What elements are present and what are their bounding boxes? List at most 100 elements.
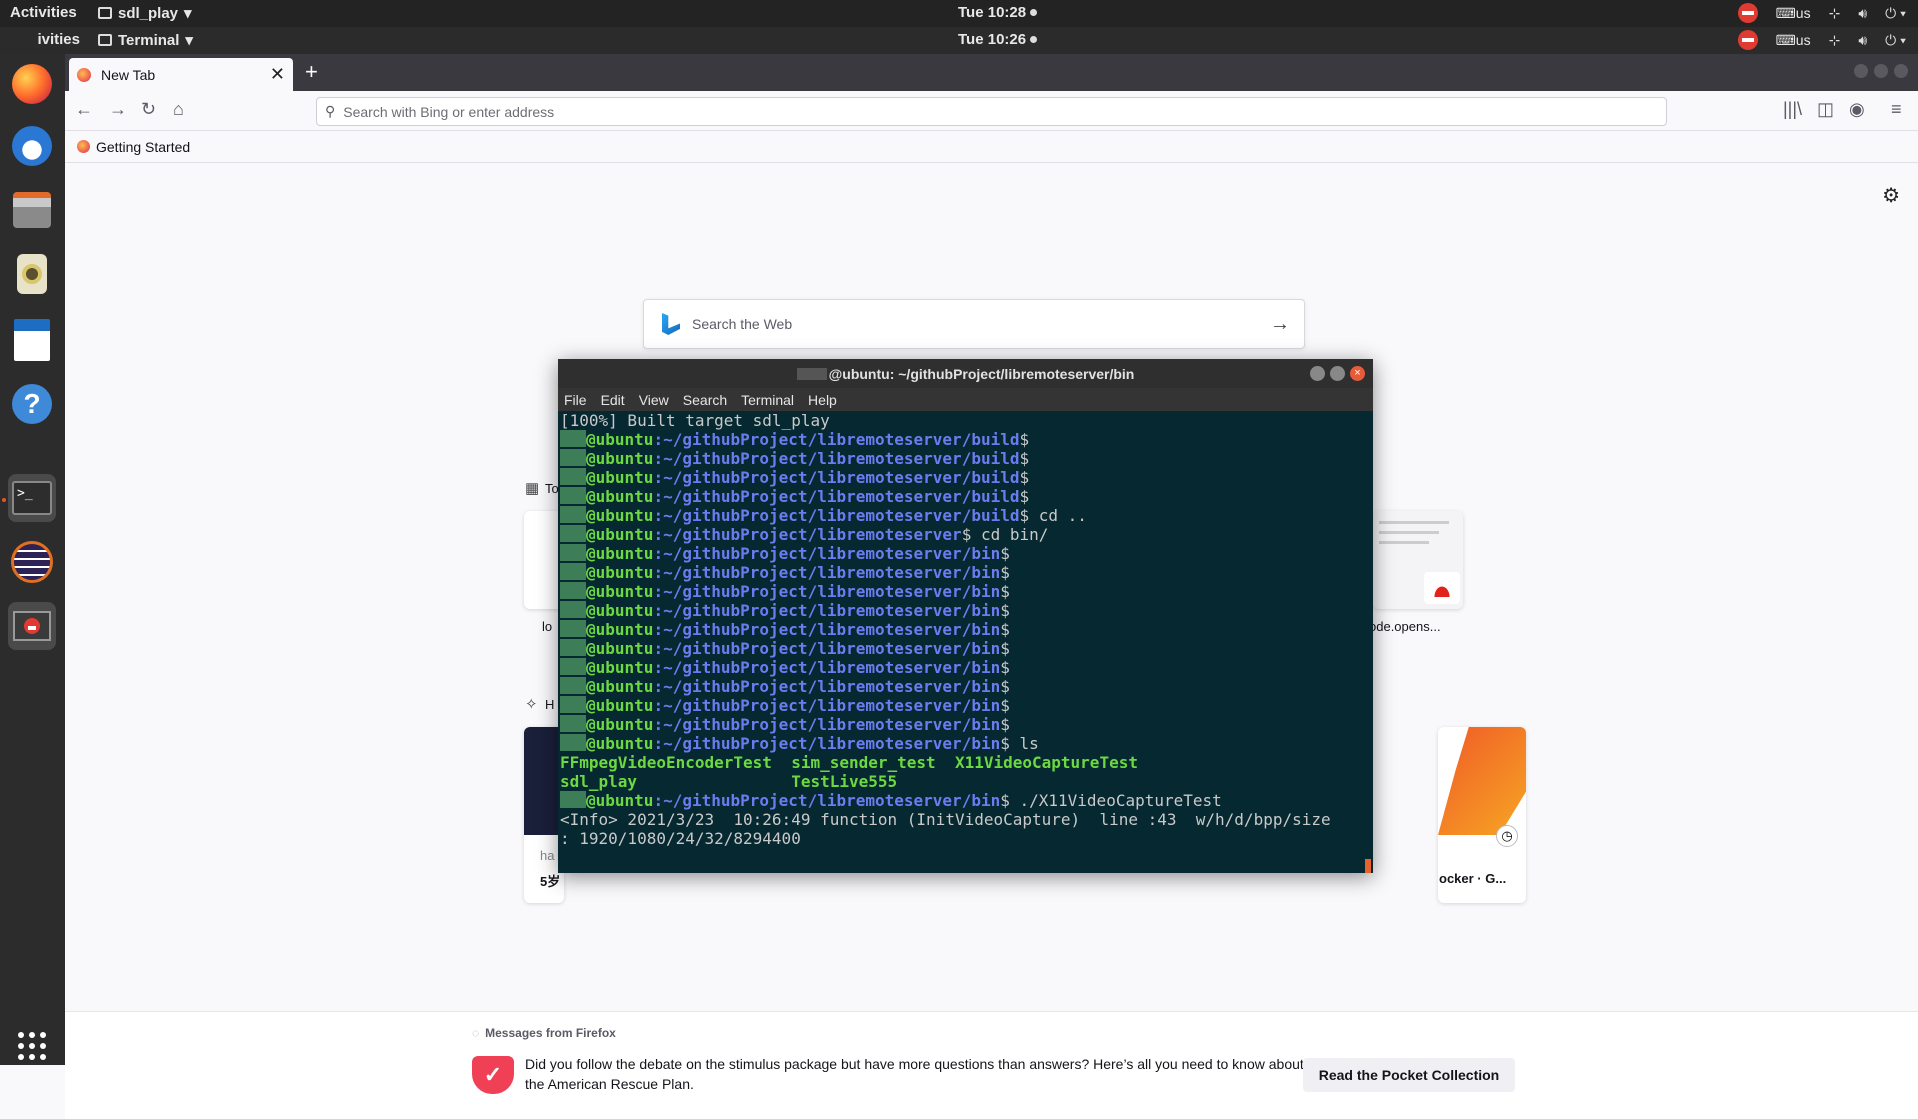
show-apps-icon[interactable]: [8, 1022, 56, 1070]
firefox-icon[interactable]: [8, 60, 56, 108]
new-tab-button[interactable]: +: [305, 59, 318, 85]
activities-button[interactable]: Activities: [10, 4, 77, 21]
redacted-username: [560, 677, 586, 694]
files-icon[interactable]: [8, 186, 56, 234]
close-icon[interactable]: ✕: [270, 64, 285, 85]
prompt-symbol: $: [1000, 620, 1010, 639]
forward-arrow-icon[interactable]: →: [109, 99, 127, 120]
prompt-path: :~/githubProject/libremoteserver: [653, 525, 962, 544]
power-icon[interactable]: ⏻ ▾: [1885, 32, 1906, 49]
prompt-symbol: $: [1000, 563, 1010, 582]
scrollbar-marker[interactable]: [1365, 859, 1371, 873]
web-search-box[interactable]: Search the Web →: [643, 299, 1305, 349]
app-menu[interactable]: sdl_play ▾: [98, 4, 192, 22]
terminal-line: @ubuntu:~/githubProject/libremoteserver/…: [560, 430, 1373, 449]
sidebar-icon[interactable]: ◫: [1817, 99, 1834, 120]
prompt-host: @ubuntu: [586, 449, 654, 468]
top-panel: Activities sdl_play ▾ Tue 10:28 ⌨us ⊹ 🔊︎…: [0, 0, 1918, 27]
prompt-host: @ubuntu: [586, 658, 654, 677]
minimize-button[interactable]: [1310, 366, 1325, 381]
terminal-line: @ubuntu:~/githubProject/libremoteserver/…: [560, 734, 1373, 753]
no-entry-icon[interactable]: [1737, 30, 1758, 50]
prompt-host: @ubuntu: [586, 525, 654, 544]
clock-secondary[interactable]: Tue 10:26: [958, 31, 1038, 48]
username-blur: [796, 367, 827, 380]
close-button[interactable]: ×: [1350, 366, 1365, 381]
prompt-symbol: $: [961, 525, 972, 544]
redacted-username: [560, 430, 586, 447]
huawei-logo-icon: [1424, 572, 1460, 604]
volume-icon[interactable]: 🔊︎: [1858, 32, 1867, 49]
volume-icon[interactable]: 🔊︎: [1858, 5, 1867, 22]
menu-terminal[interactable]: Terminal: [741, 392, 794, 408]
menu-file[interactable]: File: [564, 392, 587, 408]
account-icon[interactable]: ◉: [1849, 99, 1865, 120]
ls-output-row: FFmpegVideoEncoderTest sim_sender_test X…: [560, 753, 1138, 772]
network-icon[interactable]: ⊹: [1829, 5, 1841, 22]
top-site-right-label: ode.opens...: [1369, 619, 1441, 634]
terminal-line: @ubuntu:~/githubProject/libremoteserver/…: [560, 696, 1373, 715]
prompt-host: @ubuntu: [586, 582, 654, 601]
address-placeholder: Search with Bing or enter address: [343, 103, 555, 120]
library-icon[interactable]: |||\: [1783, 99, 1802, 120]
prompt-path: :~/githubProject/libremoteserver/bin: [653, 563, 1001, 582]
prompt-host: @ubuntu: [586, 639, 654, 658]
prompt-symbol: $: [1019, 506, 1030, 525]
clock-label-secondary: Tue 10:26: [958, 31, 1027, 48]
prompt-symbol: $: [1019, 468, 1030, 487]
prompt-path: :~/githubProject/libremoteserver/bin: [653, 715, 1001, 734]
keyboard-indicator[interactable]: ⌨us: [1776, 5, 1811, 22]
terminal-line: @ubuntu:~/githubProject/libremoteserver/…: [560, 563, 1373, 582]
power-icon[interactable]: ⏻ ▾: [1885, 5, 1906, 22]
redacted-username: [560, 582, 586, 599]
menu-help[interactable]: Help: [808, 392, 837, 408]
back-arrow-icon[interactable]: ←: [75, 99, 93, 120]
keyboard-layout-label: us: [1795, 4, 1811, 21]
bookmarks-toolbar: Getting Started: [65, 131, 1918, 163]
keyboard-indicator-secondary[interactable]: ⌨us: [1776, 32, 1811, 49]
navigation-bar: ← → ↻ ⌂ ⚲ Search with Bing or enter addr…: [65, 91, 1918, 131]
home-icon[interactable]: ⌂: [173, 99, 184, 120]
writer-icon[interactable]: [8, 316, 56, 364]
tab-new-tab[interactable]: New Tab ✕: [69, 58, 293, 91]
eclipse-icon[interactable]: [8, 538, 56, 586]
bookmark-getting-started[interactable]: Getting Started: [96, 139, 190, 155]
no-entry-icon[interactable]: [1737, 3, 1758, 23]
top-site-tile-right[interactable]: [1373, 511, 1463, 609]
maximize-button[interactable]: [1330, 366, 1345, 381]
clock[interactable]: Tue 10:28: [958, 4, 1038, 21]
chevron-down-icon: ▾: [184, 5, 192, 22]
terminal-menubar: File Edit View Search Terminal Help: [558, 388, 1373, 411]
network-icon[interactable]: ⊹: [1829, 32, 1841, 49]
terminal-line: @ubuntu:~/githubProject/libremoteserver/…: [560, 620, 1373, 639]
prompt-path: :~/githubProject/libremoteserver/bin: [653, 620, 1001, 639]
hamburger-menu-icon[interactable]: ≡: [1891, 99, 1902, 120]
blocked-app-icon[interactable]: [8, 602, 56, 650]
menu-edit[interactable]: Edit: [601, 392, 625, 408]
activities-button-secondary[interactable]: Activities: [38, 31, 80, 52]
arrow-right-icon[interactable]: →: [1270, 313, 1290, 336]
gear-icon[interactable]: ⚙: [1882, 183, 1900, 208]
address-bar[interactable]: ⚲ Search with Bing or enter address: [316, 97, 1667, 126]
thunderbird-icon[interactable]: [8, 122, 56, 170]
terminal-line: @ubuntu:~/githubProject/libremoteserver/…: [560, 601, 1373, 620]
help-icon[interactable]: ?: [8, 380, 56, 428]
maximize-button[interactable]: [1874, 64, 1888, 78]
terminal-icon[interactable]: >_: [8, 474, 56, 522]
redacted-username: [560, 715, 586, 732]
prompt-symbol: $: [1000, 715, 1010, 734]
read-pocket-collection-button[interactable]: Read the Pocket Collection: [1303, 1058, 1515, 1092]
app-menu-secondary[interactable]: Terminal ▾: [98, 31, 193, 49]
menu-search[interactable]: Search: [683, 392, 727, 408]
window-controls: [1854, 64, 1908, 78]
reload-icon[interactable]: ↻: [141, 99, 156, 120]
rhythmbox-icon[interactable]: [8, 250, 56, 298]
close-window-button[interactable]: [1894, 64, 1908, 78]
menu-view[interactable]: View: [639, 392, 669, 408]
terminal-output[interactable]: [100%] Built target sdl_play @ubuntu:~/gi…: [558, 411, 1373, 873]
minimize-button[interactable]: [1854, 64, 1868, 78]
message-body: Did you follow the debate on the stimulu…: [525, 1056, 1304, 1092]
terminal-window: @ubuntu: ~/githubProject/libremoteserver…: [558, 359, 1373, 873]
terminal-titlebar[interactable]: @ubuntu: ~/githubProject/libremoteserver…: [558, 359, 1373, 388]
system-tray-secondary: ⌨us ⊹ 🔊︎ ⏻ ▾: [1737, 30, 1906, 50]
